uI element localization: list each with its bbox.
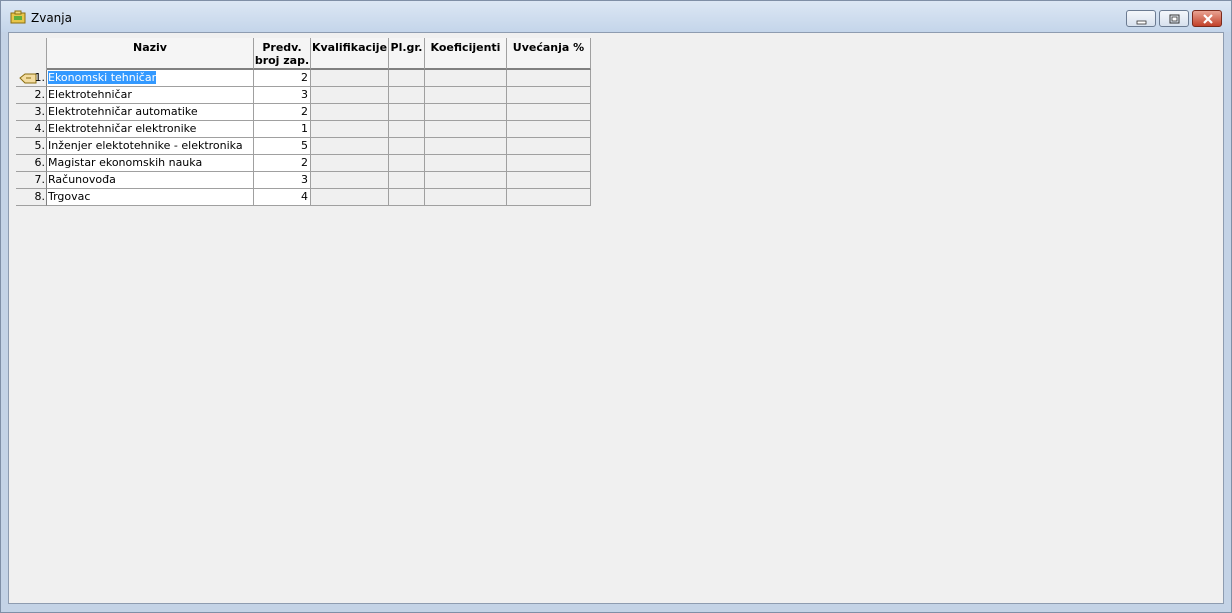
- cell-plgr[interactable]: [389, 121, 425, 138]
- close-icon: [1203, 14, 1213, 24]
- cell-naziv-text: Elektrotehničar automatike: [48, 105, 198, 118]
- col-header-uvecanja[interactable]: Uvećanja %: [507, 38, 591, 70]
- row-number: 4.: [34, 122, 46, 135]
- cell-kvalifikacije[interactable]: [311, 70, 389, 87]
- cell-uvecanja[interactable]: [507, 172, 591, 189]
- cell-predv-broj[interactable]: 2: [254, 104, 311, 121]
- cell-predv-broj[interactable]: 2: [254, 70, 311, 87]
- cell-kvalifikacije[interactable]: [311, 189, 389, 206]
- cell-naziv-text: Trgovac: [48, 190, 91, 203]
- cell-naziv[interactable]: Elektrotehničar automatike: [47, 104, 254, 121]
- cell-naziv-text: Elektrotehničar elektronike: [48, 122, 197, 135]
- grid-corner: [16, 38, 47, 70]
- row-header[interactable]: 8.: [16, 189, 47, 206]
- col-header-koeficijenti[interactable]: Koeficijenti: [425, 38, 507, 70]
- row-header[interactable]: 5.: [16, 138, 47, 155]
- cell-predv-broj[interactable]: 3: [254, 87, 311, 104]
- row-number: 1.: [34, 71, 46, 84]
- title-bar[interactable]: Zvanja: [1, 1, 1231, 32]
- cell-predv-broj[interactable]: 3: [254, 172, 311, 189]
- row-header[interactable]: 1.: [16, 70, 47, 87]
- cell-naziv-text: Računovođa: [48, 173, 116, 186]
- cell-koeficijenti[interactable]: [425, 138, 507, 155]
- row-header[interactable]: 6.: [16, 155, 47, 172]
- row-header[interactable]: 3.: [16, 104, 47, 121]
- cell-naziv[interactable]: Magistar ekonomskih nauka: [47, 155, 254, 172]
- cell-kvalifikacije[interactable]: [311, 104, 389, 121]
- cell-plgr[interactable]: [389, 155, 425, 172]
- cell-predv-broj[interactable]: 5: [254, 138, 311, 155]
- col-header-kvalifikacije[interactable]: Kvalifikacije: [311, 38, 389, 70]
- restore-icon: [1169, 14, 1180, 24]
- cell-koeficijenti[interactable]: [425, 104, 507, 121]
- cell-naziv[interactable]: Inženjer elektotehnike - elektronika: [47, 138, 254, 155]
- cell-uvecanja[interactable]: [507, 70, 591, 87]
- cell-naziv[interactable]: Trgovac: [47, 189, 254, 206]
- close-button[interactable]: [1192, 10, 1222, 27]
- window: Zvanja Naziv Predv. broj zap. Kvalifikac…: [0, 0, 1232, 613]
- row-number: 7.: [34, 173, 46, 186]
- cell-predv-broj[interactable]: 4: [254, 189, 311, 206]
- cell-koeficijenti[interactable]: [425, 172, 507, 189]
- client-area: Naziv Predv. broj zap. Kvalifikacije Pl.…: [8, 32, 1224, 604]
- cell-koeficijenti[interactable]: [425, 70, 507, 87]
- cell-koeficijenti[interactable]: [425, 87, 507, 104]
- cell-naziv[interactable]: Elektrotehničar elektronike: [47, 121, 254, 138]
- window-title: Zvanja: [31, 11, 72, 25]
- cell-plgr[interactable]: [389, 138, 425, 155]
- minimize-icon: [1136, 20, 1147, 25]
- cell-naziv-text: Ekonomski tehničar: [48, 71, 157, 84]
- app-folder-icon: [10, 10, 26, 24]
- col-header-naziv[interactable]: Naziv: [47, 38, 254, 70]
- cell-koeficijenti[interactable]: [425, 121, 507, 138]
- col-header-predv-broj[interactable]: Predv. broj zap.: [254, 38, 311, 70]
- cell-kvalifikacije[interactable]: [311, 121, 389, 138]
- cell-plgr[interactable]: [389, 189, 425, 206]
- cell-predv-broj[interactable]: 2: [254, 155, 311, 172]
- cell-plgr[interactable]: [389, 172, 425, 189]
- cell-naziv-text: Magistar ekonomskih nauka: [48, 156, 203, 169]
- cell-naziv-text: Inženjer elektotehnike - elektronika: [48, 139, 243, 152]
- row-number: 2.: [34, 88, 46, 101]
- cell-plgr[interactable]: [389, 87, 425, 104]
- cell-uvecanja[interactable]: [507, 104, 591, 121]
- cell-kvalifikacije[interactable]: [311, 138, 389, 155]
- cell-uvecanja[interactable]: [507, 138, 591, 155]
- row-number: 5.: [34, 139, 46, 152]
- row-number: 8.: [34, 190, 46, 203]
- cell-naziv[interactable]: Elektrotehničar: [47, 87, 254, 104]
- cell-naziv[interactable]: Ekonomski tehničar: [47, 70, 254, 87]
- cell-uvecanja[interactable]: [507, 155, 591, 172]
- row-number: 3.: [34, 105, 46, 118]
- cell-plgr[interactable]: [389, 104, 425, 121]
- cell-koeficijenti[interactable]: [425, 155, 507, 172]
- cell-naziv[interactable]: Računovođa: [47, 172, 254, 189]
- cell-uvecanja[interactable]: [507, 87, 591, 104]
- minimize-button[interactable]: [1126, 10, 1156, 27]
- cell-plgr[interactable]: [389, 70, 425, 87]
- cell-koeficijenti[interactable]: [425, 189, 507, 206]
- row-header[interactable]: 2.: [16, 87, 47, 104]
- cell-kvalifikacije[interactable]: [311, 155, 389, 172]
- row-header[interactable]: 7.: [16, 172, 47, 189]
- cell-kvalifikacije[interactable]: [311, 172, 389, 189]
- cell-uvecanja[interactable]: [507, 189, 591, 206]
- cell-predv-broj[interactable]: 1: [254, 121, 311, 138]
- restore-button[interactable]: [1159, 10, 1189, 27]
- row-number: 6.: [34, 156, 46, 169]
- cell-kvalifikacije[interactable]: [311, 87, 389, 104]
- cell-uvecanja[interactable]: [507, 121, 591, 138]
- col-header-plgr[interactable]: Pl.gr.: [389, 38, 425, 70]
- cell-naziv-text: Elektrotehničar: [48, 88, 132, 101]
- row-header[interactable]: 4.: [16, 121, 47, 138]
